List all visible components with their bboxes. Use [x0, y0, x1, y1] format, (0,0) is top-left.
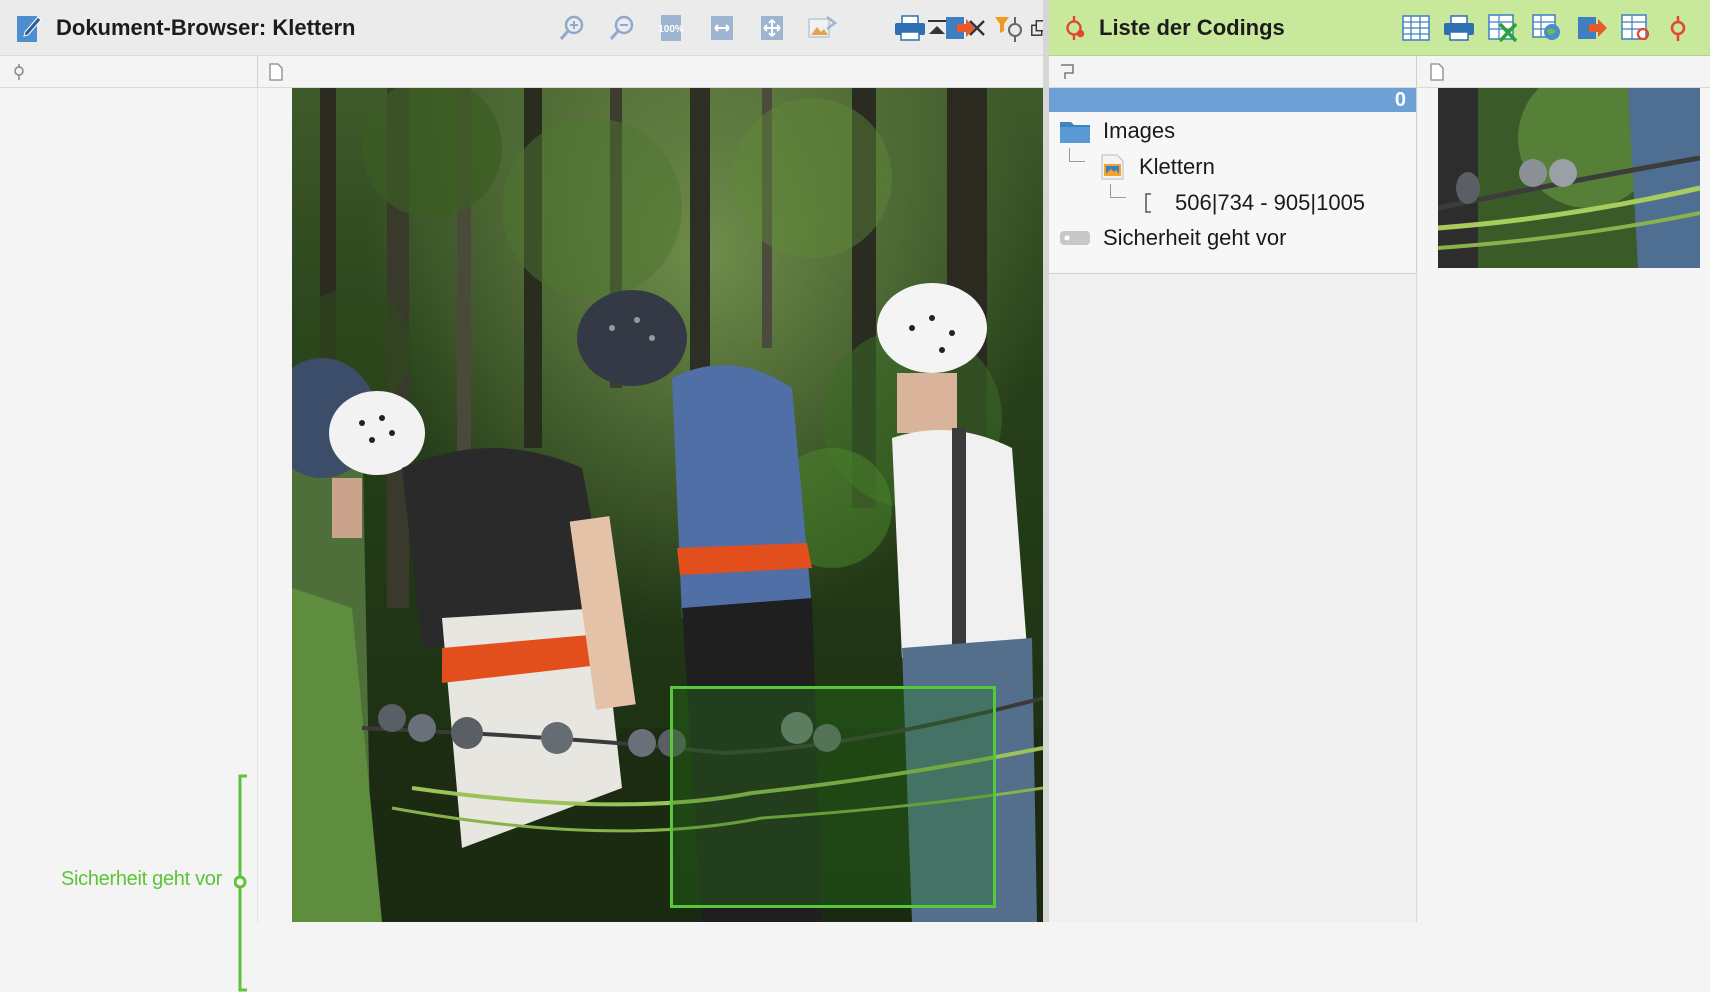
- tree-item-code-label: Sicherheit geht vor: [1103, 225, 1287, 250]
- coding-preview-area: [1418, 88, 1710, 922]
- code-pin-icon[interactable]: [9, 62, 29, 82]
- coding-table-icon[interactable]: [1619, 12, 1653, 44]
- document-browser-pane: Dokument-Browser: Klettern 100% Sicherhe…: [0, 0, 1047, 992]
- document-browser-title-bar: Dokument-Browser: Klettern 100%: [0, 0, 1047, 56]
- codings-list-empty-area: [1049, 275, 1417, 922]
- tree-item-segment-label: 506|734 - 905|1005: [1175, 190, 1366, 215]
- document-edit-icon: [16, 13, 42, 43]
- flag-icon[interactable]: [1057, 62, 1077, 82]
- document-icon[interactable]: [266, 62, 286, 82]
- margin-coding-bracket[interactable]: [234, 774, 248, 992]
- tree-item-code[interactable]: Sicherheit geht vor: [1059, 221, 1286, 255]
- code-icon: [1061, 13, 1087, 43]
- code-tag-icon: [1059, 229, 1091, 247]
- tree-item-images-label: Images: [1103, 118, 1176, 143]
- folder-icon: [1059, 118, 1091, 144]
- tree-item-segment[interactable]: 506|734 - 905|1005: [1143, 186, 1365, 220]
- coding-margin-header: [0, 56, 258, 88]
- image-document-icon: [1101, 154, 1125, 180]
- tree-connector: [1110, 184, 1126, 198]
- tree-connector: [1069, 148, 1085, 162]
- export-icon[interactable]: [1575, 12, 1609, 44]
- filter-codings-icon[interactable]: [993, 12, 1027, 44]
- codings-tree-header: [1049, 56, 1417, 88]
- codings-title: Liste der Codings: [1099, 14, 1285, 40]
- selected-count: 0: [1394, 89, 1406, 111]
- codings-tree: 0 Images Klettern 506|734 - 905|1005 Sic…: [1049, 88, 1417, 274]
- document-canvas: [258, 88, 1043, 922]
- coding-preview-thumbnail[interactable]: [1438, 88, 1700, 268]
- print-icon[interactable]: [1442, 12, 1476, 44]
- zoom-out-icon[interactable]: [605, 12, 639, 44]
- preview-header: [1417, 56, 1710, 88]
- codings-title-bar: Liste der Codings: [1049, 0, 1710, 56]
- code-icon[interactable]: [1661, 12, 1695, 44]
- coding-region-selection[interactable]: [670, 686, 996, 908]
- tree-item-images[interactable]: Images: [1059, 114, 1175, 148]
- segment-bracket-icon: [1143, 192, 1153, 214]
- pan-icon[interactable]: [755, 12, 789, 44]
- margin-coding-label[interactable]: Sicherheit geht vor: [0, 868, 222, 891]
- excel-export-icon[interactable]: [1486, 12, 1520, 44]
- document-header: [258, 56, 1043, 88]
- close-icon[interactable]: [962, 12, 992, 44]
- zoom-in-icon[interactable]: [555, 12, 589, 44]
- fit-width-icon[interactable]: [705, 12, 739, 44]
- table-view-icon[interactable]: [1399, 12, 1433, 44]
- zoom-100-icon[interactable]: 100%: [655, 12, 689, 44]
- collapse-icon[interactable]: [922, 12, 952, 44]
- document-icon[interactable]: [1427, 62, 1447, 82]
- web-export-icon[interactable]: [1530, 12, 1564, 44]
- image-export-icon[interactable]: [805, 12, 839, 44]
- coding-margin: Sicherheit geht vor: [0, 88, 258, 992]
- selected-row[interactable]: 0: [1049, 88, 1416, 112]
- codings-list-pane: Liste der Codings 0 Images Klettern 506|…: [1049, 0, 1710, 922]
- document-browser-title: Dokument-Browser: Klettern: [56, 14, 356, 40]
- zoom-100-label: 100%: [658, 24, 684, 35]
- tree-item-klettern-label: Klettern: [1139, 154, 1215, 179]
- tree-item-klettern[interactable]: Klettern: [1101, 150, 1215, 184]
